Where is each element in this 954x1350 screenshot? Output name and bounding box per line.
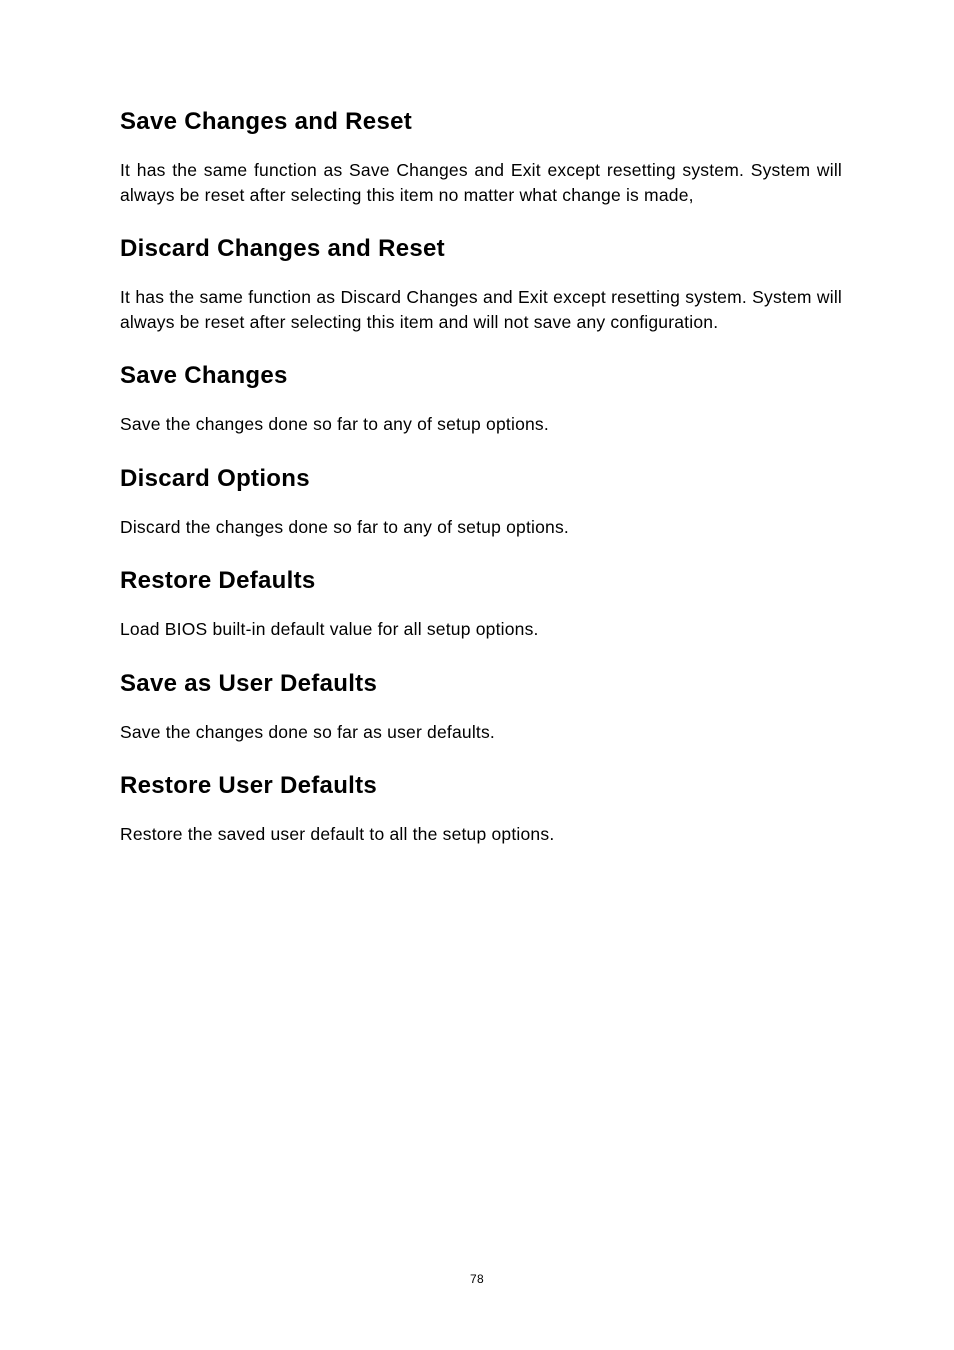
body-text: It has the same function as Discard Chan… bbox=[120, 285, 842, 334]
page-number: 78 bbox=[0, 1272, 954, 1286]
section-save-as-user-defaults: Save as User Defaults Save the changes d… bbox=[120, 670, 842, 745]
body-text: Load BIOS built-in default value for all… bbox=[120, 617, 842, 642]
section-restore-user-defaults: Restore User Defaults Restore the saved … bbox=[120, 772, 842, 847]
heading: Restore Defaults bbox=[120, 567, 842, 595]
heading: Save Changes bbox=[120, 362, 842, 390]
heading: Discard Changes and Reset bbox=[120, 235, 842, 263]
section-restore-defaults: Restore Defaults Load BIOS built-in defa… bbox=[120, 567, 842, 642]
heading: Restore User Defaults bbox=[120, 772, 842, 800]
heading: Save Changes and Reset bbox=[120, 108, 842, 136]
body-text: It has the same function as Save Changes… bbox=[120, 158, 842, 207]
section-discard-options: Discard Options Discard the changes done… bbox=[120, 465, 842, 540]
body-text: Discard the changes done so far to any o… bbox=[120, 515, 842, 540]
body-text: Restore the saved user default to all th… bbox=[120, 822, 842, 847]
heading: Save as User Defaults bbox=[120, 670, 842, 698]
section-save-changes-and-reset: Save Changes and Reset It has the same f… bbox=[120, 108, 842, 207]
section-save-changes: Save Changes Save the changes done so fa… bbox=[120, 362, 842, 437]
section-discard-changes-and-reset: Discard Changes and Reset It has the sam… bbox=[120, 235, 842, 334]
body-text: Save the changes done so far to any of s… bbox=[120, 412, 842, 437]
body-text: Save the changes done so far as user def… bbox=[120, 720, 842, 745]
document-page: Save Changes and Reset It has the same f… bbox=[120, 108, 842, 853]
heading: Discard Options bbox=[120, 465, 842, 493]
